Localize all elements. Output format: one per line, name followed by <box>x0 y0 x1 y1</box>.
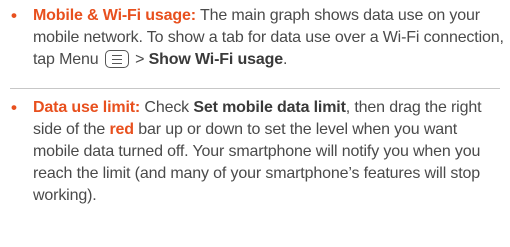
red-word: red <box>109 121 134 138</box>
term-mobile-wifi-usage: Mobile & Wi-Fi usage: <box>33 7 196 24</box>
divider <box>10 88 500 89</box>
menu-icon <box>104 50 129 68</box>
set-mobile-data-limit-label: Set mobile data limit <box>193 99 346 116</box>
bullet-dot: • <box>11 6 17 25</box>
bullet-item-mobile-wifi-usage: • Mobile & Wi-Fi usage: The main graph s… <box>11 5 505 71</box>
item-text: Check <box>140 99 194 116</box>
bullet-item-data-use-limit: • Data use limit: Check Set mobile data … <box>11 97 505 207</box>
page: • Mobile & Wi-Fi usage: The main graph s… <box>0 0 510 247</box>
item-text: > <box>130 51 149 68</box>
term-data-use-limit: Data use limit: <box>33 99 141 116</box>
show-wifi-usage-label: Show Wi-Fi usage <box>148 51 284 68</box>
bullet-dot: • <box>11 98 17 117</box>
item-text: . <box>282 51 288 68</box>
